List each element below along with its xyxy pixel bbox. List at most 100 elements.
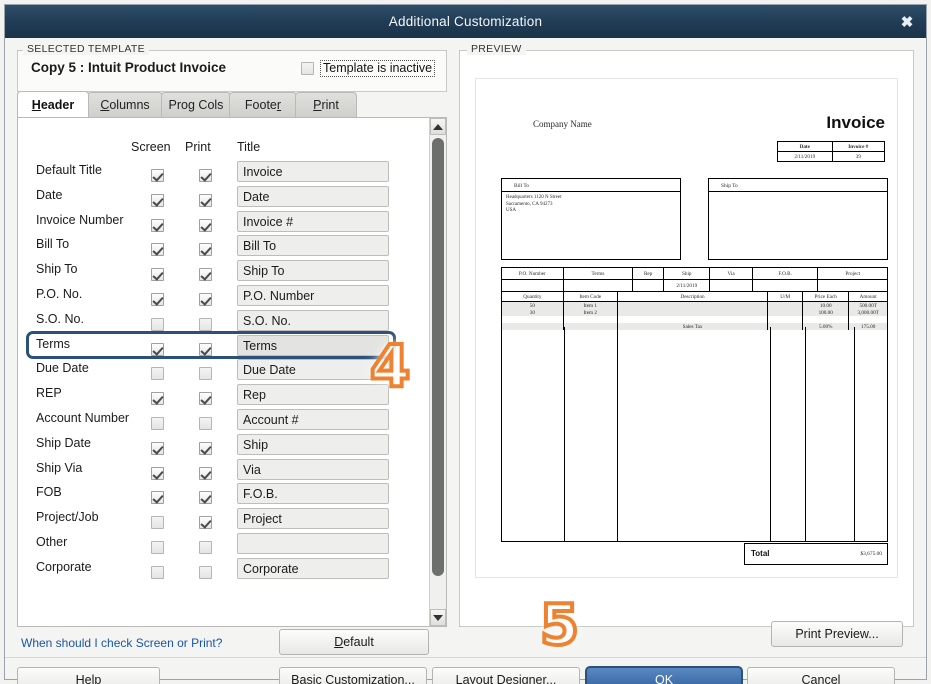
default-button[interactable]: Default <box>279 629 429 655</box>
print-checkbox[interactable] <box>199 540 212 554</box>
title-input[interactable]: Terms <box>237 334 389 356</box>
footer-divider <box>5 657 926 658</box>
list-scrollbar[interactable] <box>429 118 446 626</box>
print-checkbox[interactable] <box>199 317 212 331</box>
field-row-rep[interactable]: REP Rep <box>18 383 430 408</box>
screen-checkbox[interactable] <box>151 169 164 182</box>
help-button[interactable]: Help <box>17 667 160 684</box>
title-input[interactable]: Via <box>237 458 389 480</box>
field-row-p-o-no[interactable]: P.O. No. P.O. Number <box>18 284 430 309</box>
tab-header[interactable]: Header <box>17 91 89 117</box>
preview-item-item-code: Item 2 <box>562 309 618 316</box>
print-checkbox[interactable] <box>199 268 212 282</box>
field-row-invoice-number[interactable]: Invoice Number Invoice # <box>18 210 430 235</box>
title-input[interactable]: Corporate <box>237 557 389 579</box>
field-row-default-title[interactable]: Default Title Invoice <box>18 160 430 185</box>
screen-checkbox[interactable] <box>151 218 164 232</box>
screen-checkbox[interactable] <box>151 516 164 530</box>
template-inactive-checkbox[interactable] <box>301 62 314 75</box>
title-input[interactable]: S.O. No. <box>237 309 389 331</box>
field-row-corporate[interactable]: Corporate Corporate <box>18 557 430 582</box>
screen-checkbox[interactable] <box>151 491 164 505</box>
field-row-due-date[interactable]: Due Date Due Date <box>18 358 430 383</box>
scroll-up-icon[interactable] <box>430 118 446 135</box>
field-row-bill-to[interactable]: Bill To Bill To <box>18 234 430 259</box>
tab-strip: Header Columns Prog Cols Footer Print <box>17 91 447 117</box>
field-row-ship-to[interactable]: Ship To Ship To <box>18 259 430 284</box>
tab-print[interactable]: Print <box>295 92 357 117</box>
screen-checkbox[interactable] <box>151 342 164 356</box>
title-input[interactable]: F.O.B. <box>237 483 389 505</box>
scroll-down-icon[interactable] <box>430 609 446 626</box>
ok-button[interactable]: OK <box>585 666 743 684</box>
preview-itemcol-amount: Amount <box>848 291 888 302</box>
title-input[interactable]: Due Date <box>237 359 389 381</box>
print-checkbox[interactable] <box>199 516 212 530</box>
screen-checkbox[interactable] <box>151 392 164 406</box>
screen-checkbox[interactable] <box>151 416 164 430</box>
template-inactive-group[interactable]: Template is inactive <box>301 60 436 77</box>
tab-columns[interactable]: Columns <box>87 92 163 117</box>
field-row-ship-date[interactable]: Ship Date Ship <box>18 433 430 458</box>
print-checkbox[interactable] <box>199 392 212 406</box>
field-row-label: Invoice Number <box>36 212 124 227</box>
print-checkbox[interactable] <box>199 169 212 182</box>
screen-checkbox[interactable] <box>151 193 164 207</box>
screen-checkbox[interactable] <box>151 292 164 306</box>
screen-checkbox[interactable] <box>151 466 164 480</box>
field-row-ship-via[interactable]: Ship Via Via <box>18 458 430 483</box>
title-input[interactable]: Date <box>237 185 389 207</box>
title-input[interactable]: P.O. Number <box>237 284 389 306</box>
print-checkbox[interactable] <box>199 416 212 430</box>
screen-checkbox[interactable] <box>151 317 164 331</box>
print-checkbox[interactable] <box>199 292 212 306</box>
field-row-fob[interactable]: FOB F.O.B. <box>18 482 430 507</box>
title-input[interactable] <box>237 532 389 554</box>
layout-designer-button[interactable]: Layout Designer... <box>432 667 580 684</box>
list-column-headers: Screen Print Title <box>18 140 430 158</box>
field-row-label: Corporate <box>36 559 92 574</box>
close-icon[interactable]: ✖ <box>896 12 918 32</box>
field-row-s-o-no[interactable]: S.O. No. S.O. No. <box>18 309 430 334</box>
title-input[interactable]: Rep <box>237 384 389 406</box>
field-row-project-job[interactable]: Project/Job Project <box>18 507 430 532</box>
field-row-account-number[interactable]: Account Number Account # <box>18 408 430 433</box>
screen-checkbox[interactable] <box>151 540 164 554</box>
screen-checkbox[interactable] <box>151 367 164 381</box>
title-input[interactable]: Project <box>237 508 389 530</box>
print-preview-button[interactable]: Print Preview... <box>771 621 903 647</box>
title-input[interactable]: Invoice <box>237 161 389 182</box>
tab-footer[interactable]: Footer <box>229 92 297 117</box>
screen-checkbox[interactable] <box>151 268 164 282</box>
field-row-other[interactable]: Other <box>18 532 430 557</box>
print-checkbox[interactable] <box>199 441 212 455</box>
print-checkbox[interactable] <box>199 342 212 356</box>
preview-itemcol-item-code: Item Code <box>562 291 618 302</box>
print-checkbox[interactable] <box>199 491 212 505</box>
preview-date-value: 2/11/2019 <box>777 151 833 162</box>
screen-checkbox[interactable] <box>151 565 164 579</box>
print-checkbox[interactable] <box>199 193 212 207</box>
print-checkbox[interactable] <box>199 243 212 257</box>
title-input[interactable]: Account # <box>237 408 389 430</box>
print-checkbox[interactable] <box>199 367 212 381</box>
print-checkbox[interactable] <box>199 466 212 480</box>
preview-header-table: P.O. Number Terms Rep Ship Via F.O.B. Project … <box>501 267 888 292</box>
preview-itemcol-description: Description <box>616 291 769 302</box>
screen-checkbox[interactable] <box>151 243 164 257</box>
title-input[interactable]: Invoice # <box>237 210 389 232</box>
screen-print-help-link[interactable]: When should I check Screen or Print? <box>21 636 222 650</box>
cancel-button[interactable]: Cancel <box>747 667 895 684</box>
title-input[interactable]: Ship <box>237 433 389 455</box>
tab-prog-cols[interactable]: Prog Cols <box>161 92 231 117</box>
title-input[interactable]: Ship To <box>237 260 389 282</box>
title-input[interactable]: Bill To <box>237 235 389 257</box>
field-row-terms[interactable]: Terms Terms <box>18 330 430 359</box>
print-checkbox[interactable] <box>199 565 212 579</box>
preview-item-amount: 3,000.00T <box>848 309 888 316</box>
basic-customization-button[interactable]: Basic Customization... <box>279 667 427 684</box>
print-checkbox[interactable] <box>199 218 212 232</box>
screen-checkbox[interactable] <box>151 441 164 455</box>
scrollbar-thumb[interactable] <box>432 138 444 576</box>
field-row-date[interactable]: Date Date <box>18 185 430 210</box>
